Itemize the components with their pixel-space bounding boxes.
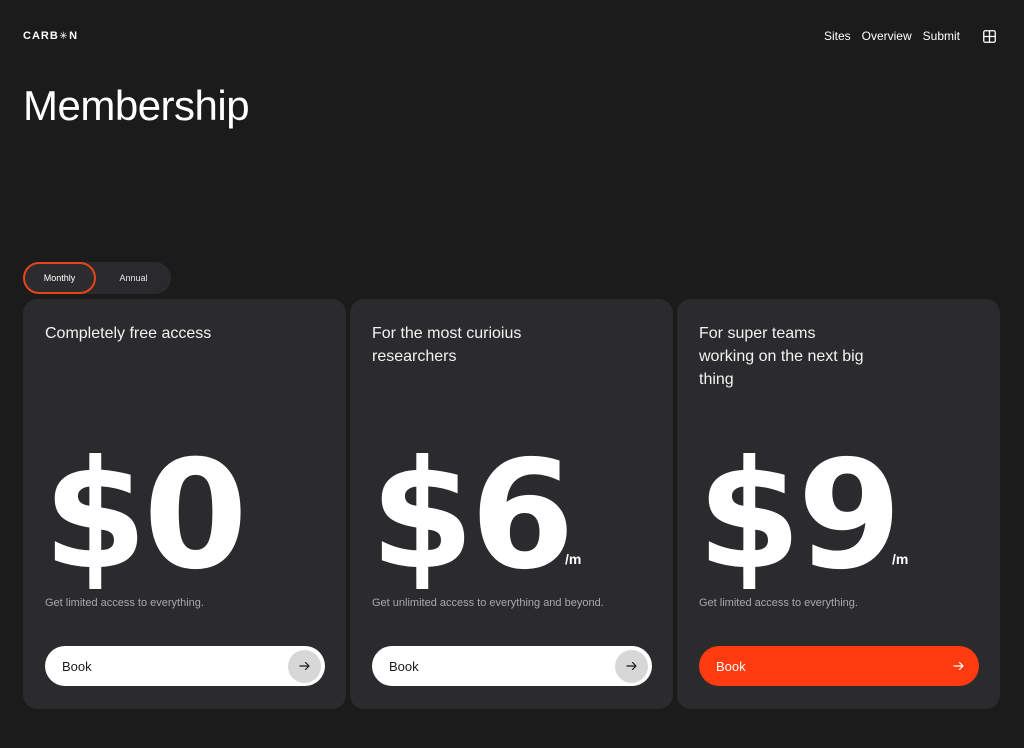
plan-description: Completely free access bbox=[45, 325, 212, 342]
billing-toggle: Monthly Annual bbox=[23, 262, 171, 294]
arrow-right-icon bbox=[288, 649, 321, 683]
book-button-label: Book bbox=[716, 658, 746, 674]
book-button-label: Book bbox=[389, 658, 419, 674]
plan-card-researcher: For the most curioius researchers $6 /m … bbox=[350, 299, 673, 709]
arrow-right-icon bbox=[942, 649, 975, 683]
logo-text-end: N bbox=[69, 30, 79, 42]
plan-period: /m bbox=[565, 551, 582, 567]
plan-card-teams: For super teams working on the next big … bbox=[677, 299, 1000, 709]
plan-cards: Completely free access $0 Get limited ac… bbox=[23, 299, 1000, 709]
plan-description: For super teams working on the next big … bbox=[699, 325, 864, 388]
logo-text-start: CARB bbox=[23, 30, 59, 42]
plan-period: /m bbox=[892, 551, 909, 567]
top-bar: CARB ✳ N Sites Overview Submit bbox=[23, 26, 996, 46]
book-button-label: Book bbox=[62, 658, 92, 674]
plan-note: Get limited access to everything. bbox=[699, 597, 858, 609]
plan-description: For the most curioius researchers bbox=[372, 325, 522, 365]
nav-overview[interactable]: Overview bbox=[862, 29, 912, 43]
book-button-highlighted[interactable]: Book bbox=[699, 646, 979, 686]
toggle-monthly[interactable]: Monthly bbox=[23, 262, 96, 294]
plan-note: Get unlimited access to everything and b… bbox=[372, 597, 604, 609]
nav-sites[interactable]: Sites bbox=[824, 29, 851, 43]
main-nav: Sites Overview Submit bbox=[824, 29, 996, 43]
book-button[interactable]: Book bbox=[372, 646, 652, 686]
arrow-right-icon bbox=[615, 649, 648, 683]
plan-price: $6 bbox=[370, 429, 575, 603]
toggle-annual[interactable]: Annual bbox=[96, 262, 171, 294]
book-button[interactable]: Book bbox=[45, 646, 325, 686]
carbon-logo[interactable]: CARB ✳ N bbox=[23, 30, 78, 42]
plan-price: $0 bbox=[43, 429, 248, 603]
plan-price: $9 bbox=[697, 429, 902, 603]
grid-icon[interactable] bbox=[983, 29, 996, 43]
logo-star-icon: ✳ bbox=[59, 30, 69, 42]
plan-card-free: Completely free access $0 Get limited ac… bbox=[23, 299, 346, 709]
plan-note: Get limited access to everything. bbox=[45, 597, 204, 609]
page-title: Membership bbox=[23, 82, 250, 129]
nav-submit[interactable]: Submit bbox=[923, 29, 960, 43]
